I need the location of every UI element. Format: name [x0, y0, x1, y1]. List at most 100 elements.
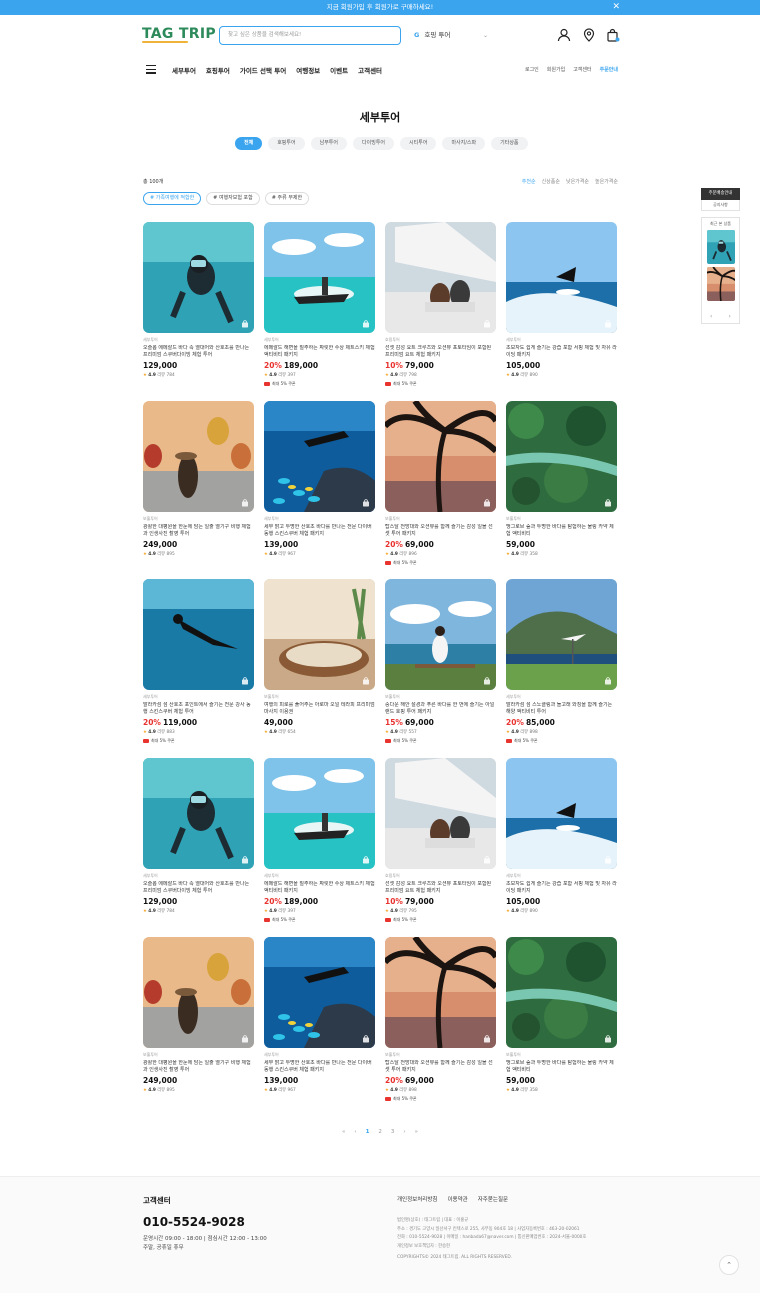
page-3[interactable]: 3	[391, 1129, 395, 1135]
nav-item-info[interactable]: 여행정보	[296, 65, 320, 75]
product-card[interactable]: 보홀투어 광활한 대평원을 한눈에 담는 일출 열기구 비행 체험과 인생사진 촬…	[143, 937, 254, 1093]
product-card[interactable]: 세부투어 오슬롭 에메랄드 바다 속 열대어와 산호초를 만나는 프리미엄 스쿠버…	[143, 758, 254, 914]
page-prev[interactable]: ‹	[354, 1129, 356, 1135]
tab-city[interactable]: 시티투어	[400, 137, 437, 150]
product-card[interactable]: 보홀투어 탑스탈 전망대와 오션뷰를 함께 즐기는 감성 일몰 선셋 투어 패키지…	[385, 401, 496, 566]
shopping-bag-icon[interactable]	[483, 677, 491, 685]
notice-button[interactable]: 공지사항	[701, 200, 740, 211]
support-link[interactable]: 고객센터	[573, 66, 591, 73]
product-image[interactable]	[385, 937, 496, 1048]
product-image[interactable]	[143, 937, 254, 1048]
product-image[interactable]	[385, 579, 496, 690]
menu-icon[interactable]	[146, 65, 156, 74]
product-card[interactable]: 세부투어 세부 맑고 투명한 산호초 바다를 만나는 전문 다이버 동행 스킨스쿠…	[264, 937, 375, 1093]
shopping-bag-icon[interactable]	[604, 499, 612, 507]
product-image[interactable]	[385, 222, 496, 333]
tag-family[interactable]: # 가족여행에 적합한	[143, 192, 202, 205]
nav-item-event[interactable]: 이벤트	[330, 65, 348, 75]
chevron-right-icon[interactable]: ›	[729, 313, 731, 320]
page-1[interactable]: 1	[366, 1129, 370, 1135]
promo-banner[interactable]: 지금 회원가입 후 회원가로 구매하세요! ✕	[0, 0, 760, 15]
nav-item-support[interactable]: 고객센터	[358, 65, 382, 75]
recent-thumb[interactable]	[706, 230, 735, 264]
product-image[interactable]	[506, 222, 617, 333]
privacy-link[interactable]: 개인정보처리방침	[397, 1195, 437, 1203]
shopping-bag-icon[interactable]	[241, 677, 249, 685]
product-image[interactable]	[506, 758, 617, 869]
shopping-bag-icon[interactable]	[241, 1035, 249, 1043]
product-card[interactable]: 보홀투어 광활한 대평원을 한눈에 담는 일출 열기구 비행 체험과 인생사진 촬…	[143, 401, 254, 557]
product-image[interactable]	[506, 579, 617, 690]
nav-item-guide[interactable]: 가이드 선택 투어	[240, 65, 286, 75]
recent-thumb[interactable]	[706, 267, 735, 301]
order-guide-link[interactable]: 주문안내	[600, 66, 618, 73]
tab-south[interactable]: 남부투어	[310, 137, 348, 150]
order-guide-button[interactable]: 주문배송안내	[701, 188, 740, 200]
login-link[interactable]: 로그인	[525, 66, 539, 73]
product-image[interactable]	[385, 401, 496, 512]
shopping-bag-icon[interactable]	[241, 320, 249, 328]
product-image[interactable]	[143, 758, 254, 869]
location-icon[interactable]	[582, 28, 596, 42]
shopping-bag-icon[interactable]	[604, 1035, 612, 1043]
shopping-bag-icon[interactable]	[604, 320, 612, 328]
product-card[interactable]: 세부투어 말라카섬 섬 산호초 포인트에서 즐기는 전문 강사 동행 스킨스쿠버 …	[143, 579, 254, 744]
product-card[interactable]: 보홀투어 중다운 해안 절경과 푸른 바다를 한 번에 즐기는 아일랜드 호핑 투…	[385, 579, 496, 744]
product-image[interactable]	[143, 579, 254, 690]
product-card[interactable]: 보홀투어 여행의 피로를 풀어주는 아로마 오일 테라피 프리미엄 마사지 이용권…	[264, 579, 375, 735]
product-card[interactable]: 세부투어 오슬롭 에메랄드 바다 속 열대어와 산호초를 만나는 프리미엄 스쿠버…	[143, 222, 254, 378]
sort-newest[interactable]: 신상품순	[542, 178, 560, 185]
product-image[interactable]	[143, 222, 254, 333]
product-image[interactable]	[143, 401, 254, 512]
shopping-bag-icon[interactable]	[241, 856, 249, 864]
shopping-bag-icon[interactable]	[362, 499, 370, 507]
product-card[interactable]: 세부투어 말라카섬 섬 스노클링과 돌고래 와칭을 함께 즐기는 해양 액티비티 …	[506, 579, 617, 744]
product-card[interactable]: 보홀투어 탑스탈 전망대와 오션뷰를 함께 즐기는 감성 일몰 선셋 투어 패키지…	[385, 937, 496, 1102]
logo[interactable]: TAG TRIP	[142, 26, 216, 43]
shopping-bag-icon[interactable]	[483, 1035, 491, 1043]
close-icon[interactable]: ✕	[612, 0, 620, 15]
shopping-bag-icon[interactable]	[483, 499, 491, 507]
nav-item-hopping[interactable]: 호핑투어	[206, 65, 230, 75]
shopping-bag-icon[interactable]	[604, 856, 612, 864]
shopping-bag-icon[interactable]	[483, 856, 491, 864]
shopping-bag-icon[interactable]	[604, 677, 612, 685]
product-card[interactable]: 호핑투어 선셋 감성 요트 크루즈와 오션뷰 포토타임이 포함된 프리미엄 요트 …	[385, 222, 496, 387]
product-image[interactable]	[264, 937, 375, 1048]
tab-other[interactable]: 기타상품	[491, 137, 528, 150]
sort-price-low[interactable]: 낮은가격순	[566, 178, 589, 185]
chevron-left-icon[interactable]: ‹	[710, 313, 712, 320]
product-card[interactable]: 세부투어 초보자도 쉽게 즐기는 강습 포함 서핑 체험 및 자유 라이딩 패키지…	[506, 222, 617, 378]
signup-link[interactable]: 회원가입	[547, 66, 565, 73]
shopping-bag-icon[interactable]	[362, 677, 370, 685]
product-image[interactable]	[264, 579, 375, 690]
sort-recommended[interactable]: 추천순	[522, 178, 536, 185]
search-input[interactable]: 찾고 싶은 상품을 검색해보세요!	[219, 26, 401, 45]
product-card[interactable]: 세부투어 에메랄드 해변을 질주하는 짜릿한 수상 제트스키 체험 액티비티 패키…	[264, 758, 375, 923]
shopping-bag-icon[interactable]	[362, 320, 370, 328]
scroll-top-button[interactable]: ⌃	[719, 1255, 739, 1275]
tab-spa[interactable]: 마사지/스파	[442, 137, 486, 150]
tour-select[interactable]: G 호핑 투어 ⌄	[414, 26, 494, 45]
page-2[interactable]: 2	[378, 1129, 382, 1135]
page-next[interactable]: ›	[403, 1129, 405, 1135]
product-card[interactable]: 세부투어 세부 맑고 투명한 산호초 바다를 만나는 전문 다이버 동행 스킨스쿠…	[264, 401, 375, 557]
cart-icon[interactable]	[606, 28, 620, 42]
user-icon[interactable]	[557, 28, 571, 42]
faq-link[interactable]: 자주묻는질문	[478, 1195, 508, 1203]
shopping-bag-icon[interactable]	[483, 320, 491, 328]
tab-hopping[interactable]: 호핑투어	[268, 137, 305, 150]
product-card[interactable]: 세부투어 초보자도 쉽게 즐기는 강습 포함 서핑 체험 및 자유 라이딩 패키지…	[506, 758, 617, 914]
nav-item-cebu[interactable]: 세부투어	[172, 65, 196, 75]
terms-link[interactable]: 이용약관	[447, 1195, 467, 1203]
product-image[interactable]	[385, 758, 496, 869]
product-image[interactable]	[264, 401, 375, 512]
product-card[interactable]: 보홀투어 맹그로브 숲과 투명한 바다를 탐험하는 물링 카약 체험 액티비티 59…	[506, 401, 617, 557]
shopping-bag-icon[interactable]	[241, 499, 249, 507]
tab-all[interactable]: 전체	[235, 137, 263, 150]
tab-diving[interactable]: 다이빙투어	[353, 137, 395, 150]
page-first[interactable]: «	[342, 1129, 345, 1135]
page-last[interactable]: »	[415, 1129, 418, 1135]
product-image[interactable]	[264, 222, 375, 333]
product-image[interactable]	[506, 401, 617, 512]
